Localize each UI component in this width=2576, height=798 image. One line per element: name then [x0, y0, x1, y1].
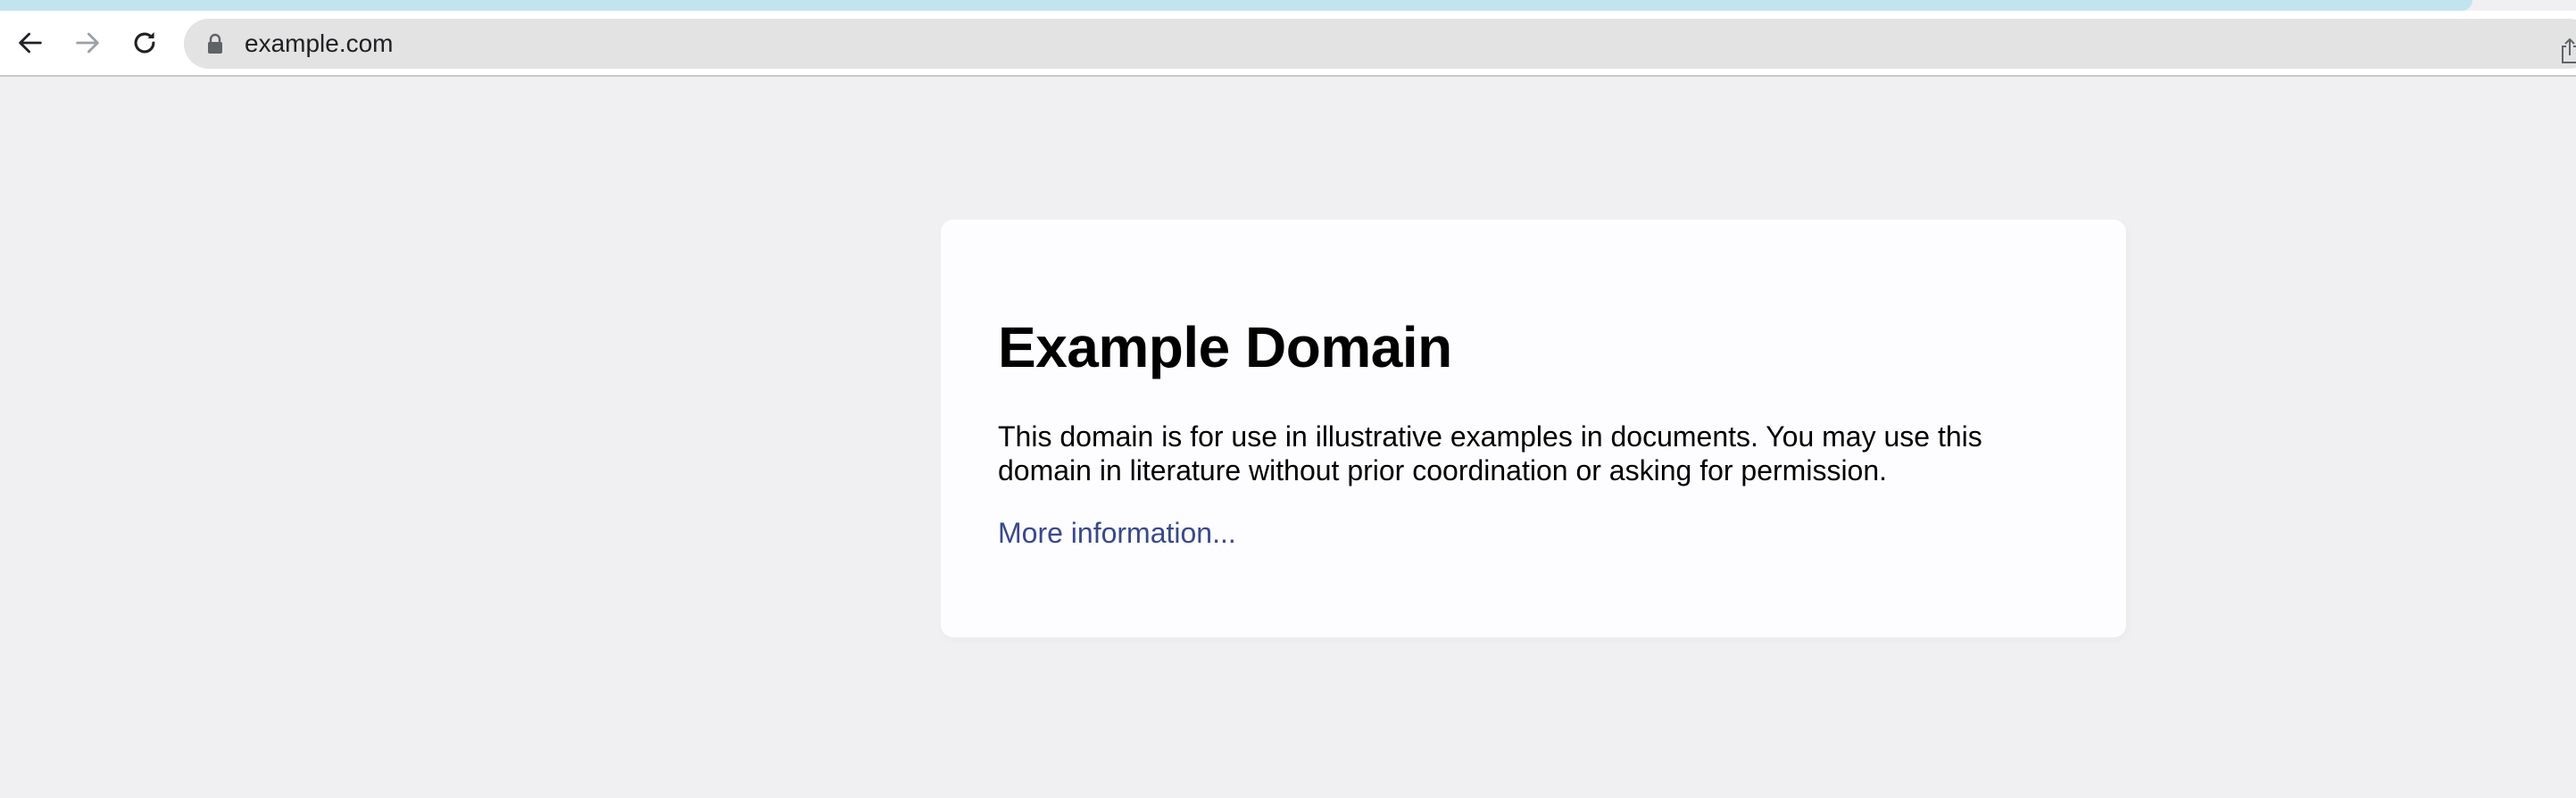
back-button[interactable]	[12, 25, 48, 61]
tab-strip	[0, 0, 2472, 11]
share-icon[interactable]	[2558, 37, 2576, 64]
arrow-right-icon	[76, 32, 99, 54]
address-bar[interactable]: example.com	[184, 19, 2576, 69]
arrow-left-icon	[19, 32, 42, 54]
more-information-link[interactable]: More information...	[998, 516, 1236, 550]
lock-icon[interactable]	[205, 33, 225, 54]
page-title: Example Domain	[998, 315, 1452, 379]
reload-icon	[134, 31, 155, 54]
url-text[interactable]: example.com	[245, 19, 394, 69]
reload-button[interactable]	[127, 25, 162, 61]
forward-button[interactable]	[70, 25, 105, 61]
browser-toolbar: example.com	[0, 11, 2576, 77]
page-description: This domain is for use in illustrative e…	[998, 420, 1982, 486]
content-card: Example Domain This domain is for use in…	[941, 220, 2126, 637]
